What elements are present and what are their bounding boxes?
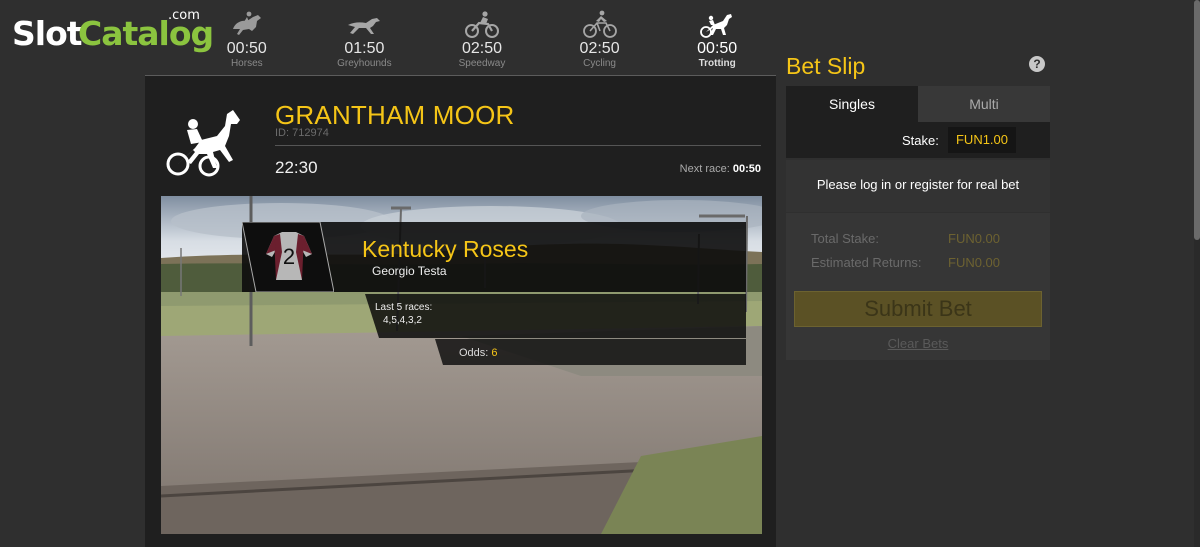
estimated-returns-label: Estimated Returns: (811, 255, 922, 270)
tab-time: 02:50 (461, 40, 502, 57)
odds-label: Odds: (459, 347, 489, 359)
total-stake-value: FUN0.00 (948, 231, 1001, 246)
tab-label: Cycling (583, 58, 616, 69)
race-divider (275, 145, 761, 146)
tab-singles[interactable]: Singles (786, 86, 918, 122)
tab-time: 01:50 (344, 40, 385, 57)
horse-rider-icon (232, 11, 261, 35)
last5-label: Last 5 races: (375, 302, 433, 313)
clear-bets-link[interactable]: Clear Bets (786, 336, 1050, 351)
tab-time: 02:50 (579, 40, 620, 57)
tab-cycling[interactable]: 02:50 Cycling (541, 0, 659, 76)
next-race-time: 00:50 (732, 163, 761, 175)
runner-name: Kentucky Roses (362, 236, 529, 262)
tab-label: Trotting (698, 58, 736, 69)
totals-box: Total Stake: FUN0.00 Estimated Returns: … (786, 213, 1050, 360)
betslip-tabs: Singles Multi (786, 86, 1050, 122)
logo-text-slot: Slot (12, 14, 83, 53)
cyclist-icon (582, 10, 617, 38)
stake-input[interactable]: FUN1.00 (948, 127, 1016, 153)
help-icon[interactable]: ? (1029, 56, 1045, 72)
tab-trotting[interactable]: 00:50 Trotting (658, 0, 776, 76)
last5-value: 4,5,4,3,2 (383, 315, 422, 326)
tab-time: 00:50 (697, 40, 738, 57)
tab-label: Horses (230, 58, 263, 69)
race-panel: GRANTHAM MOOR ID: 712974 22:30 Next race… (145, 76, 776, 547)
runner-number: 2 (283, 244, 295, 269)
login-message: Please log in or register for real bet (816, 177, 1020, 192)
tab-horses[interactable]: 00:50 Horses (188, 0, 306, 76)
betslip-title: Bet Slip (786, 53, 866, 79)
tab-multi[interactable]: Multi (918, 86, 1050, 122)
greyhound-icon (348, 18, 381, 34)
next-race: Next race: 00:50 (680, 163, 761, 175)
trotting-sulky-icon (700, 14, 733, 38)
sport-nav: 00:50 Horses 01:50 Greyhounds 02:50 Spee… (188, 0, 776, 76)
last-five-races: Last 5 races: 4,5,4,3,2 (365, 294, 746, 338)
scrollbar-thumb[interactable] (1194, 0, 1200, 240)
submit-bet-button[interactable]: Submit Bet (794, 291, 1042, 327)
last5-background (365, 294, 746, 338)
total-stake-label: Total Stake: (811, 231, 879, 246)
race-time: 22:30 (275, 158, 318, 177)
odds-value: 6 (491, 347, 498, 359)
scrollbar[interactable] (1194, 0, 1200, 547)
jockey-name: Georgio Testa (372, 264, 447, 278)
tab-greyhounds[interactable]: 01:50 Greyhounds (306, 0, 424, 76)
stake-row: Stake: FUN1.00 (786, 122, 1050, 158)
runner-info: 2 Kentucky Roses Georgio Testa (242, 222, 746, 292)
motorbike-icon (464, 11, 499, 38)
odds-bar: Odds: 6 (435, 339, 746, 365)
trotting-sulky-icon (166, 110, 240, 177)
odds: Odds: 6 (459, 347, 498, 359)
race-id: ID: 712974 (275, 127, 329, 139)
tab-label: Greyhounds (337, 58, 392, 69)
login-message-box: Please log in or register for real bet (786, 160, 1050, 212)
estimated-returns-value: FUN0.00 (948, 255, 1001, 270)
next-race-label: Next race: (679, 163, 730, 175)
tab-time: 00:50 (226, 40, 267, 57)
tab-speedway[interactable]: 02:50 Speedway (423, 0, 541, 76)
stake-label: Stake: (902, 133, 939, 148)
tab-label: Speedway (458, 58, 506, 69)
jockey-silk-icon: 2 (242, 222, 334, 292)
